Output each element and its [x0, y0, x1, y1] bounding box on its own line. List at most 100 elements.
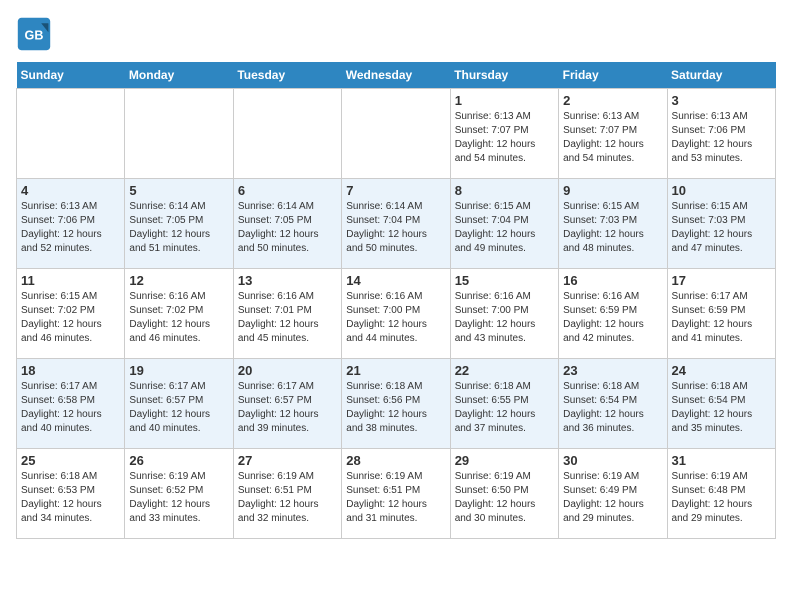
day-info: Sunrise: 6:15 AM Sunset: 7:02 PM Dayligh…	[21, 290, 120, 346]
day-info: Sunrise: 6:18 AM Sunset: 6:54 PM Dayligh…	[672, 380, 771, 436]
day-info: Sunrise: 6:19 AM Sunset: 6:51 PM Dayligh…	[238, 470, 337, 526]
day-info: Sunrise: 6:16 AM Sunset: 7:02 PM Dayligh…	[129, 290, 228, 346]
day-number: 2	[563, 93, 662, 108]
day-info: Sunrise: 6:14 AM Sunset: 7:04 PM Dayligh…	[346, 200, 445, 256]
calendar-table: SundayMondayTuesdayWednesdayThursdayFrid…	[16, 62, 776, 539]
day-number: 28	[346, 453, 445, 468]
calendar-cell: 10Sunrise: 6:15 AM Sunset: 7:03 PM Dayli…	[667, 179, 775, 269]
weekday-monday: Monday	[125, 62, 233, 89]
day-info: Sunrise: 6:18 AM Sunset: 6:56 PM Dayligh…	[346, 380, 445, 436]
day-number: 5	[129, 183, 228, 198]
page-header: GB	[16, 16, 776, 52]
calendar-cell: 16 Sunrise: 6:16 AM Sunset: 6:59 PM Dayli…	[559, 269, 667, 359]
day-info: Sunrise: 6:17 AM Sunset: 6:59 PM Dayligh…	[672, 290, 771, 346]
day-number: 23	[563, 363, 662, 378]
calendar-cell: 5 Sunrise: 6:14 AM Sunset: 7:05 PM Daylig…	[125, 179, 233, 269]
weekday-saturday: Saturday	[667, 62, 775, 89]
calendar-cell: 28 Sunrise: 6:19 AM Sunset: 6:51 PM Dayli…	[342, 449, 450, 539]
week-row-1: 1 Sunrise: 6:13 AM Sunset: 7:07 PM Daylig…	[17, 89, 776, 179]
calendar-cell: 2 Sunrise: 6:13 AM Sunset: 7:07 PM Daylig…	[559, 89, 667, 179]
calendar-cell: 29 Sunrise: 6:19 AM Sunset: 6:50 PM Dayli…	[450, 449, 558, 539]
weekday-friday: Friday	[559, 62, 667, 89]
svg-text:GB: GB	[25, 28, 44, 42]
calendar-cell: 18 Sunrise: 6:17 AM Sunset: 6:58 PM Dayli…	[17, 359, 125, 449]
day-number: 17	[672, 273, 771, 288]
day-number: 27	[238, 453, 337, 468]
logo-icon: GB	[16, 16, 52, 52]
calendar-cell: 6 Sunrise: 6:14 AM Sunset: 7:05 PM Daylig…	[233, 179, 341, 269]
calendar-cell: 22 Sunrise: 6:18 AM Sunset: 6:55 PM Dayli…	[450, 359, 558, 449]
day-info: Sunrise: 6:14 AM Sunset: 7:05 PM Dayligh…	[129, 200, 228, 256]
day-number: 15	[455, 273, 554, 288]
calendar-cell: 4 Sunrise: 6:13 AM Sunset: 7:06 PM Daylig…	[17, 179, 125, 269]
day-number: 19	[129, 363, 228, 378]
weekday-header-row: SundayMondayTuesdayWednesdayThursdayFrid…	[17, 62, 776, 89]
day-info: Sunrise: 6:16 AM Sunset: 7:00 PM Dayligh…	[346, 290, 445, 346]
calendar-cell: 25 Sunrise: 6:18 AM Sunset: 6:53 PM Dayli…	[17, 449, 125, 539]
calendar-cell: 27 Sunrise: 6:19 AM Sunset: 6:51 PM Dayli…	[233, 449, 341, 539]
week-row-2: 4 Sunrise: 6:13 AM Sunset: 7:06 PM Daylig…	[17, 179, 776, 269]
calendar-cell: 30 Sunrise: 6:19 AM Sunset: 6:49 PM Dayli…	[559, 449, 667, 539]
weekday-tuesday: Tuesday	[233, 62, 341, 89]
day-info: Sunrise: 6:19 AM Sunset: 6:49 PM Dayligh…	[563, 470, 662, 526]
day-number: 10	[672, 183, 771, 198]
calendar-cell: 23 Sunrise: 6:18 AM Sunset: 6:54 PM Dayli…	[559, 359, 667, 449]
week-row-3: 11Sunrise: 6:15 AM Sunset: 7:02 PM Dayli…	[17, 269, 776, 359]
day-number: 14	[346, 273, 445, 288]
day-info: Sunrise: 6:13 AM Sunset: 7:06 PM Dayligh…	[672, 110, 771, 166]
calendar-cell	[17, 89, 125, 179]
calendar-cell: 24 Sunrise: 6:18 AM Sunset: 6:54 PM Dayli…	[667, 359, 775, 449]
calendar-cell: 9 Sunrise: 6:15 AM Sunset: 7:03 PM Daylig…	[559, 179, 667, 269]
day-info: Sunrise: 6:18 AM Sunset: 6:53 PM Dayligh…	[21, 470, 120, 526]
calendar-cell: 19 Sunrise: 6:17 AM Sunset: 6:57 PM Dayli…	[125, 359, 233, 449]
day-number: 8	[455, 183, 554, 198]
day-info: Sunrise: 6:13 AM Sunset: 7:07 PM Dayligh…	[455, 110, 554, 166]
day-number: 22	[455, 363, 554, 378]
day-info: Sunrise: 6:15 AM Sunset: 7:04 PM Dayligh…	[455, 200, 554, 256]
day-number: 31	[672, 453, 771, 468]
day-number: 3	[672, 93, 771, 108]
day-number: 4	[21, 183, 120, 198]
day-info: Sunrise: 6:17 AM Sunset: 6:57 PM Dayligh…	[129, 380, 228, 436]
calendar-cell: 13Sunrise: 6:16 AM Sunset: 7:01 PM Dayli…	[233, 269, 341, 359]
day-info: Sunrise: 6:18 AM Sunset: 6:55 PM Dayligh…	[455, 380, 554, 436]
day-number: 16	[563, 273, 662, 288]
day-info: Sunrise: 6:19 AM Sunset: 6:50 PM Dayligh…	[455, 470, 554, 526]
calendar-cell: 20 Sunrise: 6:17 AM Sunset: 6:57 PM Dayli…	[233, 359, 341, 449]
weekday-sunday: Sunday	[17, 62, 125, 89]
day-info: Sunrise: 6:13 AM Sunset: 7:07 PM Dayligh…	[563, 110, 662, 166]
day-number: 6	[238, 183, 337, 198]
day-number: 30	[563, 453, 662, 468]
calendar-cell: 1 Sunrise: 6:13 AM Sunset: 7:07 PM Daylig…	[450, 89, 558, 179]
day-info: Sunrise: 6:16 AM Sunset: 6:59 PM Dayligh…	[563, 290, 662, 346]
calendar-cell: 15Sunrise: 6:16 AM Sunset: 7:00 PM Dayli…	[450, 269, 558, 359]
day-info: Sunrise: 6:13 AM Sunset: 7:06 PM Dayligh…	[21, 200, 120, 256]
day-info: Sunrise: 6:17 AM Sunset: 6:57 PM Dayligh…	[238, 380, 337, 436]
calendar-cell: 7 Sunrise: 6:14 AM Sunset: 7:04 PM Daylig…	[342, 179, 450, 269]
calendar-cell: 17 Sunrise: 6:17 AM Sunset: 6:59 PM Dayli…	[667, 269, 775, 359]
day-number: 7	[346, 183, 445, 198]
calendar-cell: 3 Sunrise: 6:13 AM Sunset: 7:06 PM Daylig…	[667, 89, 775, 179]
day-number: 29	[455, 453, 554, 468]
calendar-cell: 12Sunrise: 6:16 AM Sunset: 7:02 PM Dayli…	[125, 269, 233, 359]
calendar-cell	[125, 89, 233, 179]
calendar-cell: 8 Sunrise: 6:15 AM Sunset: 7:04 PM Daylig…	[450, 179, 558, 269]
day-number: 1	[455, 93, 554, 108]
calendar-cell: 31 Sunrise: 6:19 AM Sunset: 6:48 PM Dayli…	[667, 449, 775, 539]
day-number: 21	[346, 363, 445, 378]
day-number: 26	[129, 453, 228, 468]
calendar-cell: 21 Sunrise: 6:18 AM Sunset: 6:56 PM Dayli…	[342, 359, 450, 449]
day-number: 9	[563, 183, 662, 198]
day-number: 18	[21, 363, 120, 378]
day-info: Sunrise: 6:19 AM Sunset: 6:48 PM Dayligh…	[672, 470, 771, 526]
day-number: 24	[672, 363, 771, 378]
day-info: Sunrise: 6:19 AM Sunset: 6:51 PM Dayligh…	[346, 470, 445, 526]
day-number: 20	[238, 363, 337, 378]
day-info: Sunrise: 6:17 AM Sunset: 6:58 PM Dayligh…	[21, 380, 120, 436]
day-info: Sunrise: 6:18 AM Sunset: 6:54 PM Dayligh…	[563, 380, 662, 436]
week-row-4: 18 Sunrise: 6:17 AM Sunset: 6:58 PM Dayli…	[17, 359, 776, 449]
day-info: Sunrise: 6:15 AM Sunset: 7:03 PM Dayligh…	[563, 200, 662, 256]
day-info: Sunrise: 6:14 AM Sunset: 7:05 PM Dayligh…	[238, 200, 337, 256]
day-number: 25	[21, 453, 120, 468]
logo: GB	[16, 16, 56, 52]
